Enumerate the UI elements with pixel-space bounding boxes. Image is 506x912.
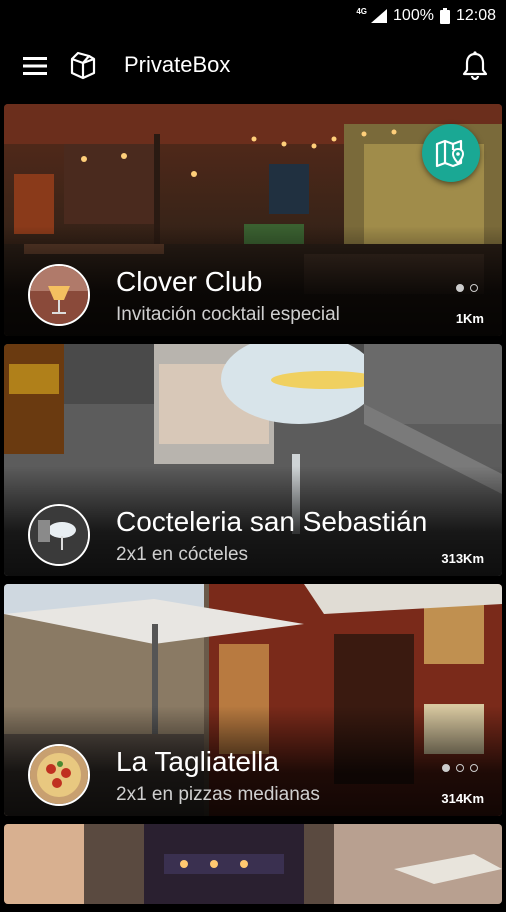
carousel-dot [470, 764, 478, 772]
bell-icon[interactable] [462, 50, 488, 80]
venue-distance: 314Km [441, 791, 484, 806]
venue-feed: Clover Club Invitación cocktail especial… [4, 104, 502, 912]
carousel-dot [456, 764, 464, 772]
map-pin-icon [435, 139, 465, 168]
venue-avatar [28, 744, 90, 806]
venue-card[interactable] [4, 824, 502, 904]
venue-offer: 2x1 en cócteles [116, 544, 249, 565]
clock: 12:08 [455, 7, 496, 24]
map-button[interactable] [422, 124, 480, 182]
venue-avatar [28, 264, 90, 326]
venue-avatar [28, 504, 90, 566]
battery-level: 100% [393, 7, 434, 24]
carousel-dot [442, 764, 450, 772]
signal-icon [371, 9, 388, 23]
venue-photo [4, 824, 502, 904]
venue-offer: 2x1 en pizzas medianas [116, 784, 320, 805]
box-icon [70, 51, 96, 80]
venue-name: La Tagliatella [116, 746, 279, 777]
venue-card[interactable]: Clover Club Invitación cocktail especial… [4, 104, 502, 336]
hamburger-menu-icon[interactable] [22, 54, 48, 78]
venue-card[interactable]: La Tagliatella 2x1 en pizzas medianas 31… [4, 584, 502, 816]
venue-card[interactable]: Cocteleria san Sebastián 2x1 en cócteles… [4, 344, 502, 576]
status-bar: 4G 100% 12:08 [0, 0, 506, 32]
app-title: PrivateBox [124, 52, 231, 77]
network-type: 4G [356, 7, 368, 16]
app-bar: PrivateBox [0, 32, 506, 100]
carousel-dot [456, 284, 464, 292]
carousel-dot [470, 284, 478, 292]
venue-offer: Invitación cocktail especial [116, 304, 340, 325]
venue-distance: 1Km [455, 311, 484, 326]
battery-icon [439, 8, 450, 24]
venue-name: Cocteleria san Sebastián [116, 506, 428, 537]
venue-distance: 313Km [441, 551, 484, 566]
carousel-dots [456, 284, 478, 292]
venue-name: Clover Club [116, 266, 263, 297]
carousel-dots [442, 764, 478, 772]
